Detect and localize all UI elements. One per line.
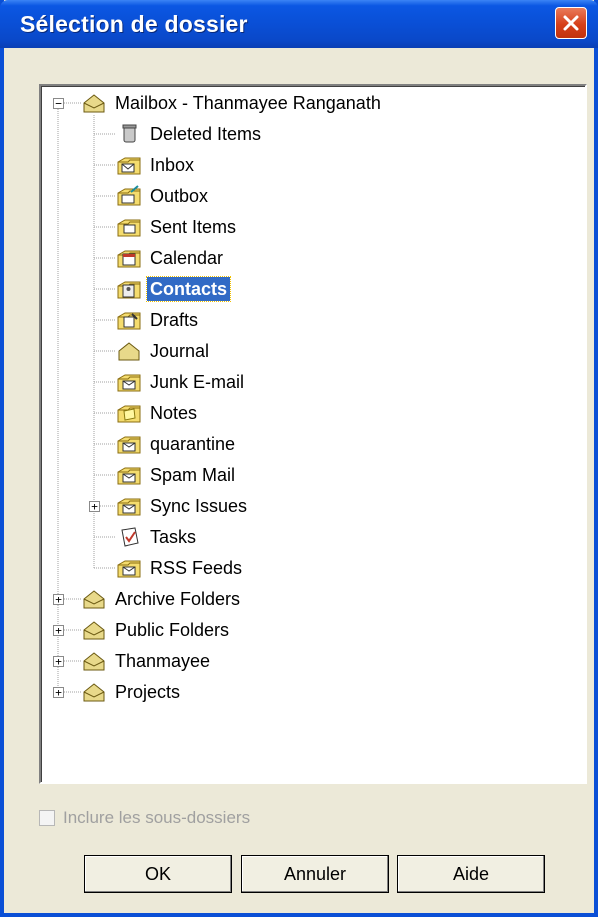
tree-item-label: Calendar [150,248,224,268]
expand-toggle[interactable]: + [53,656,64,667]
tree-item[interactable]: Projects [81,679,183,705]
expand-toggle[interactable]: + [53,594,64,605]
tree-item-label: Sent Items [150,217,237,237]
tree-item[interactable]: Spam Mail [116,462,238,488]
mail-folder-icon [117,560,141,578]
dialog-title: Sélection de dossier [20,11,248,37]
tree-item-label: Journal [150,341,210,361]
tasks-folder-icon [121,527,139,547]
cancel-button[interactable]: Annuler [241,855,389,893]
mail-folder-icon [117,467,141,485]
tree-item-label: RSS Feeds [150,558,243,578]
inbox-folder-icon [117,157,141,175]
title-bar[interactable]: Sélection de dossier [0,0,598,48]
tree-item-label: Spam Mail [150,465,236,485]
mail-folder-icon [117,436,141,454]
close-icon [563,15,579,31]
mail-folder-icon [117,374,141,392]
help-button[interactable]: Aide [397,855,545,893]
tree-item-label: Thanmayee [115,651,211,671]
mail-folder-icon [117,498,141,516]
tree-item-label: Contacts [145,276,232,302]
expand-toggle[interactable]: + [89,501,100,512]
contacts-folder-icon [117,281,141,299]
tree-item[interactable]: RSS Feeds [116,555,245,581]
tree-item[interactable]: Tasks [116,524,199,550]
tree-item-label: Inbox [150,155,195,175]
trash-folder-icon [122,124,137,143]
include-subfolders-checkbox[interactable] [39,810,55,826]
ok-button[interactable]: OK [84,855,232,893]
tree-item-label: Deleted Items [150,124,262,144]
tree-item[interactable]: Junk E-mail [116,369,247,395]
tree-item[interactable]: Drafts [116,307,201,333]
close-button[interactable] [555,7,587,39]
tree-item[interactable]: Journal [116,338,212,364]
expand-toggle[interactable]: + [53,687,64,698]
tree-item[interactable]: Outbox [116,183,211,209]
tree-item[interactable]: quarantine [116,431,238,457]
tree-item-label: Public Folders [115,620,230,640]
tree-item[interactable]: Thanmayee [81,648,213,674]
tree-item-label: quarantine [150,434,236,454]
tree-item[interactable]: Archive Folders [81,586,243,612]
tree-item-label: Tasks [150,527,197,547]
outbox-folder-icon [117,185,141,206]
include-subfolders-option[interactable]: Inclure les sous-dossiers [39,808,250,828]
expand-toggle[interactable]: + [53,625,64,636]
tree-item-label: Projects [115,682,181,702]
tree-item-label: Archive Folders [115,589,241,609]
drafts-folder-icon [117,312,141,330]
tree-item-label: Mailbox - Thanmayee Ranganath [115,93,381,113]
sent-folder-icon [117,219,141,237]
collapse-toggle[interactable]: − [53,98,64,109]
tree-item[interactable]: Calendar [116,245,226,271]
tree-item[interactable]: Notes [116,400,200,426]
tree-item[interactable]: Deleted Items [116,121,264,147]
mailbox-folder-icon [83,621,105,640]
mailbox-folder-icon [83,94,105,113]
folder-tree[interactable]: Mailbox - Thanmayee Ranganath − Deleted It… [39,84,587,784]
tree-item[interactable]: Sync Issues [116,493,250,519]
folder-selection-dialog: Sélection de dossier Mailbox - Thanmayee… [0,0,598,917]
mailbox-folder-icon [83,683,105,702]
tree-item[interactable]: Contacts [116,276,232,302]
mailbox-folder-icon [83,590,105,609]
tree-item-label: Junk E-mail [150,372,245,392]
tree-item[interactable]: Sent Items [116,214,239,240]
notes-folder-icon [117,405,141,423]
tree-item[interactable]: Mailbox - Thanmayee Ranganath [81,90,384,116]
calendar-folder-icon [117,250,141,268]
tree-item-label: Notes [150,403,198,423]
tree-item-label: Sync Issues [150,496,248,516]
tree-item[interactable]: Inbox [116,152,197,178]
include-subfolders-label: Inclure les sous-dossiers [63,808,251,827]
tree-item-label: Outbox [150,186,209,206]
tree-item[interactable]: Public Folders [81,617,232,643]
tree-item-label: Drafts [150,310,199,330]
mailbox-folder-icon [83,652,105,671]
journal-folder-icon [118,342,140,361]
